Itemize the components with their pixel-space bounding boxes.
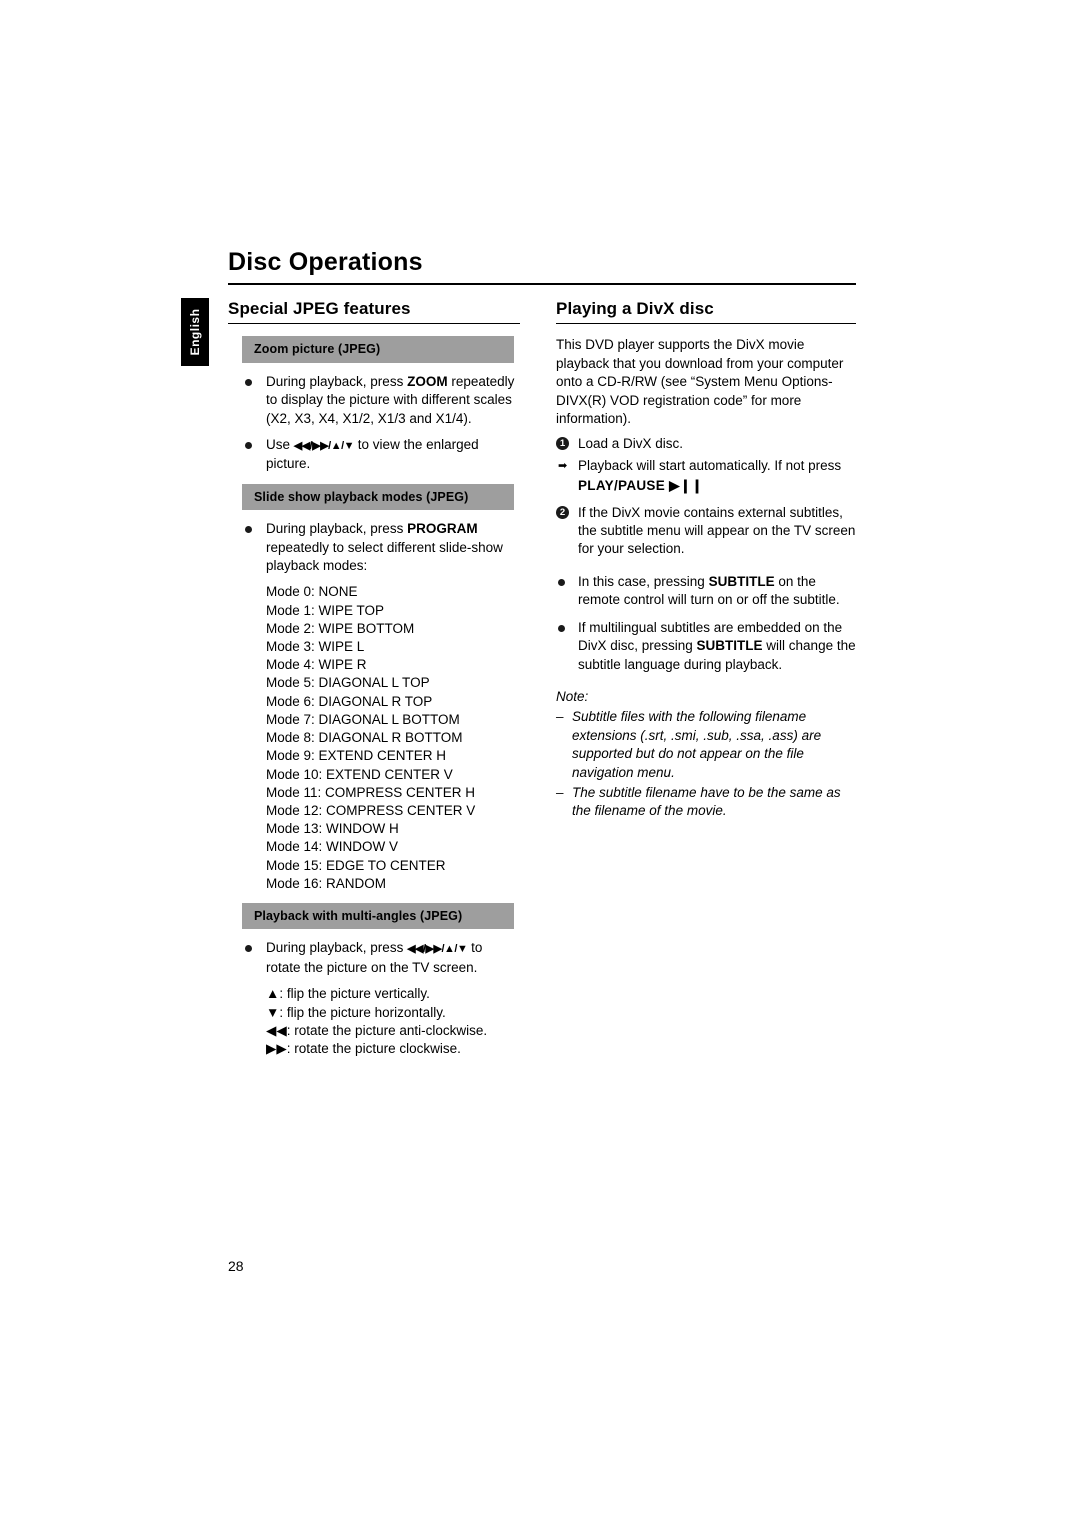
intro-paragraph: This DVD player supports the DivX movie … bbox=[556, 337, 844, 427]
step-number-badge: 2 bbox=[556, 505, 569, 519]
mode-item: Mode 2: WIPE BOTTOM bbox=[266, 620, 415, 636]
page-title: Disc Operations bbox=[228, 248, 423, 276]
step-text: If the DivX movie contains external subt… bbox=[578, 504, 856, 557]
play-pause-label: PLAY/PAUSE ▶❙❙ bbox=[578, 478, 703, 494]
list-item-text: Use ◀◀/▶▶/▲/▼ to view the enlarged pictu… bbox=[266, 437, 479, 472]
note-item-text: The subtitle filename have to be the sam… bbox=[572, 784, 841, 819]
note-item: – The subtitle filename have to be the s… bbox=[556, 784, 856, 821]
page-header: Disc Operations bbox=[228, 248, 856, 285]
bullet-icon bbox=[245, 945, 252, 953]
rotation-item: ▼: flip the picture horizontally. bbox=[266, 1004, 446, 1020]
bullet-icon bbox=[558, 624, 565, 632]
mode-item: Mode 0: NONE bbox=[266, 584, 358, 600]
list-item-text: During playback, press ◀◀/▶▶/▲/▼ to rota… bbox=[266, 940, 483, 975]
list-item-text: In this case, pressing SUBTITLE on the r… bbox=[578, 573, 840, 608]
right-column: Playing a DivX disc This DVD player supp… bbox=[556, 299, 856, 823]
list-item-text: If multilingual subtitles are embedded o… bbox=[578, 619, 856, 672]
mode-item: Mode 13: WINDOW H bbox=[266, 821, 399, 837]
list-item: During playback, press ZOOM repeatedly t… bbox=[228, 373, 520, 428]
dash-icon: – bbox=[556, 709, 564, 725]
mode-item: Mode 7: DIAGONAL L BOTTOM bbox=[266, 711, 460, 727]
slide-show-mode-list: Mode 0: NONE Mode 1: WIPE TOP Mode 2: WI… bbox=[228, 583, 520, 892]
step-text: Load a DivX disc. bbox=[578, 436, 684, 452]
bullet-icon bbox=[245, 378, 252, 386]
page-number: 28 bbox=[228, 1258, 244, 1274]
section-bar-multi-angles: Playback with multi-angles (JPEG) bbox=[242, 902, 514, 930]
mode-item: Mode 9: EXTEND CENTER H bbox=[266, 748, 447, 764]
rotation-item: ▶▶: rotate the picture clockwise. bbox=[266, 1041, 461, 1057]
numbered-step: 1 Load a DivX disc. bbox=[556, 435, 856, 453]
left-column-heading: Special JPEG features bbox=[228, 299, 411, 318]
mode-item: Mode 3: WIPE L bbox=[266, 639, 365, 655]
step-result: ➡ Playback will start automatically. If … bbox=[556, 457, 856, 475]
right-column-heading: Playing a DivX disc bbox=[556, 299, 714, 318]
note-item-text: Subtitle files with the following filena… bbox=[572, 709, 822, 780]
mode-item: Mode 8: DIAGONAL R BOTTOM bbox=[266, 730, 463, 746]
dash-icon: – bbox=[556, 784, 564, 800]
title-divider bbox=[228, 283, 856, 285]
numbered-step: 2 If the DivX movie contains external su… bbox=[556, 504, 856, 559]
bullet-icon bbox=[558, 578, 565, 586]
list-item: During playback, press PROGRAM repeatedl… bbox=[228, 520, 520, 575]
note-heading: Note: bbox=[556, 688, 589, 704]
mode-item: Mode 16: RANDOM bbox=[266, 875, 387, 891]
arrow-right-icon: ➡ bbox=[558, 459, 568, 472]
bullet-icon bbox=[245, 442, 252, 450]
document-page: Disc Operations English Special JPEG fea… bbox=[0, 0, 1080, 1528]
bullet-icon bbox=[245, 526, 252, 534]
list-item-text: During playback, press ZOOM repeatedly t… bbox=[266, 373, 515, 426]
section-bar-slide-show-modes: Slide show playback modes (JPEG) bbox=[242, 483, 514, 511]
language-tab: English bbox=[181, 298, 209, 366]
mode-item: Mode 11: COMPRESS CENTER H bbox=[266, 784, 476, 800]
left-column: Special JPEG features Zoom picture (JPEG… bbox=[228, 299, 520, 1059]
list-item-text: During playback, press PROGRAM repeatedl… bbox=[266, 521, 503, 574]
step-result-text: Playback will start automatically. If no… bbox=[578, 457, 842, 473]
mode-item: Mode 14: WINDOW V bbox=[266, 839, 399, 855]
mode-item: Mode 5: DIAGONAL L TOP bbox=[266, 675, 430, 691]
list-item: If multilingual subtitles are embedded o… bbox=[556, 619, 856, 674]
list-item: Use ◀◀/▶▶/▲/▼ to view the enlarged pictu… bbox=[228, 436, 520, 474]
language-tab-label: English bbox=[188, 308, 202, 356]
mode-item: Mode 4: WIPE R bbox=[266, 657, 367, 673]
section-bar-zoom-picture: Zoom picture (JPEG) bbox=[242, 336, 514, 363]
mode-item: Mode 12: COMPRESS CENTER V bbox=[266, 802, 476, 818]
mode-item: Mode 10: EXTEND CENTER V bbox=[266, 766, 453, 782]
step-number-badge: 1 bbox=[556, 437, 569, 451]
left-heading-divider bbox=[228, 323, 520, 325]
note-item: – Subtitle files with the following file… bbox=[556, 708, 856, 782]
list-item: During playback, press ◀◀/▶▶/▲/▼ to rota… bbox=[228, 939, 520, 977]
mode-item: Mode 15: EDGE TO CENTER bbox=[266, 857, 446, 873]
mode-item: Mode 1: WIPE TOP bbox=[266, 602, 385, 618]
rotation-item: ◀◀: rotate the picture anti-clockwise. bbox=[266, 1022, 488, 1038]
right-heading-divider bbox=[556, 323, 856, 325]
rotation-item: ▲: flip the picture vertically. bbox=[266, 986, 430, 1002]
list-item: In this case, pressing SUBTITLE on the r… bbox=[556, 573, 856, 610]
mode-item: Mode 6: DIAGONAL R TOP bbox=[266, 693, 433, 709]
